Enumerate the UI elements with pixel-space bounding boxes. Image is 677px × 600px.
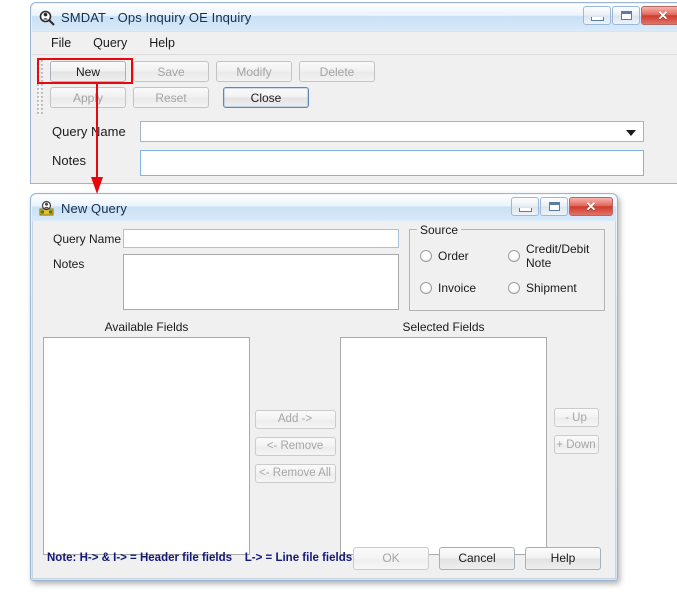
selected-fields-listbox[interactable] (340, 337, 547, 555)
source-radio-group: Order Credit/Debit Note Invoice Shipment (420, 242, 596, 306)
radio-order[interactable]: Order (420, 242, 508, 270)
dialog-titlebar[interactable]: New Query ✕ (32, 195, 616, 221)
close-icon[interactable]: ✕ (641, 6, 677, 25)
help-button[interactable]: Help (525, 546, 601, 570)
main-form: Query Name Notes (32, 113, 677, 176)
source-groupbox: Source Order Credit/Debit Note Invoice S… (409, 223, 605, 311)
query-name-row: Query Name (32, 121, 677, 142)
radio-shipment[interactable]: Shipment (508, 281, 596, 295)
source-legend: Source (417, 223, 462, 237)
reset-button: Reset (133, 87, 209, 108)
dialog-notes-row: Notes (43, 254, 399, 310)
query-name-combobox[interactable] (140, 121, 644, 142)
annotation-highlight-new-button (37, 58, 133, 84)
radio-indicator (508, 282, 520, 294)
notes-row: Notes (32, 150, 677, 176)
selected-fields-label: Selected Fields (402, 320, 485, 334)
close-button[interactable]: Close (223, 87, 309, 108)
menubar: File Query Help (32, 32, 677, 55)
main-window-title: SMDAT - Ops Inquiry OE Inquiry (61, 10, 252, 25)
save-button: Save (133, 61, 209, 82)
main-window-client: File Query Help New Save Modify Delete A… (32, 31, 677, 183)
dialog-footer: Note: H-> & I-> = Header file fields L->… (33, 538, 615, 578)
radio-indicator (420, 250, 432, 262)
main-window-controls: ✕ (583, 6, 677, 25)
new-query-dialog: New Query ✕ Query Name Notes Source Orde… (30, 193, 618, 581)
radio-indicator (420, 282, 432, 294)
chevron-down-icon[interactable] (626, 130, 636, 136)
radio-shipment-label: Shipment (526, 281, 577, 295)
move-up-button: - Up (553, 408, 599, 427)
cancel-button[interactable]: Cancel (439, 546, 515, 570)
minimize-icon[interactable] (583, 6, 611, 25)
radio-invoice[interactable]: Invoice (420, 281, 508, 295)
dialog-query-name-input[interactable] (123, 229, 399, 248)
minimize-icon[interactable] (511, 197, 539, 216)
available-fields-listbox[interactable] (43, 337, 250, 555)
annotation-arrow (91, 82, 103, 194)
apply-button: Apply (50, 87, 126, 108)
toolbar-row-secondary: Apply Reset Close (32, 87, 677, 108)
close-icon[interactable]: ✕ (569, 197, 613, 216)
main-window: SMDAT - Ops Inquiry OE Inquiry ✕ File Qu… (30, 2, 677, 184)
dialog-query-name-row: Query Name (43, 229, 399, 248)
ok-button: OK (353, 546, 429, 570)
available-fields-label: Available Fields (104, 320, 189, 334)
footer-note: Note: H-> & I-> = Header file fields L->… (47, 552, 353, 564)
transfer-buttons: Add -> <- Remove <- Remove All (250, 337, 340, 555)
menu-help[interactable]: Help (140, 34, 184, 52)
maximize-icon[interactable] (612, 6, 640, 25)
dialog-client: Query Name Notes Source Order Credit/Deb… (32, 221, 616, 579)
dialog-title: New Query (61, 200, 127, 216)
remove-all-button: <- Remove All (254, 463, 336, 483)
footer-buttons: OK Cancel Help (353, 546, 601, 570)
fields-headers: Available Fields Selected Fields (43, 320, 605, 334)
radio-indicator (508, 250, 520, 262)
dialog-notes-label: Notes (53, 257, 85, 271)
menu-file[interactable]: File (42, 34, 80, 52)
notes-input[interactable] (140, 150, 644, 176)
main-window-titlebar[interactable]: SMDAT - Ops Inquiry OE Inquiry ✕ (32, 4, 677, 31)
fields-row: Add -> <- Remove <- Remove All - Up + Do… (43, 337, 605, 555)
magnifier-person-icon (39, 10, 55, 26)
dialog-window-controls: ✕ (511, 197, 613, 216)
dialog-query-name-label: Query Name (53, 232, 122, 246)
remove-button: <- Remove (254, 436, 336, 456)
radio-credit-debit-note-label: Credit/Debit Note (526, 242, 590, 270)
delete-button: Delete (299, 61, 375, 82)
dialog-name-notes: Query Name Notes (43, 229, 399, 316)
dialog-notes-input[interactable] (123, 254, 399, 310)
radio-order-label: Order (438, 249, 469, 263)
new-query-icon (39, 200, 55, 216)
menu-query[interactable]: Query (84, 34, 136, 52)
radio-credit-debit-note[interactable]: Credit/Debit Note (508, 242, 596, 270)
dialog-top-section: Query Name Notes Source Order Credit/Deb… (33, 221, 615, 316)
add-button: Add -> (254, 409, 336, 429)
maximize-icon[interactable] (540, 197, 568, 216)
modify-button: Modify (216, 61, 292, 82)
order-buttons: - Up + Down (547, 337, 605, 555)
move-down-button: + Down (553, 435, 599, 454)
fields-section: Available Fields Selected Fields Add -> … (33, 316, 615, 555)
radio-invoice-label: Invoice (438, 281, 477, 295)
